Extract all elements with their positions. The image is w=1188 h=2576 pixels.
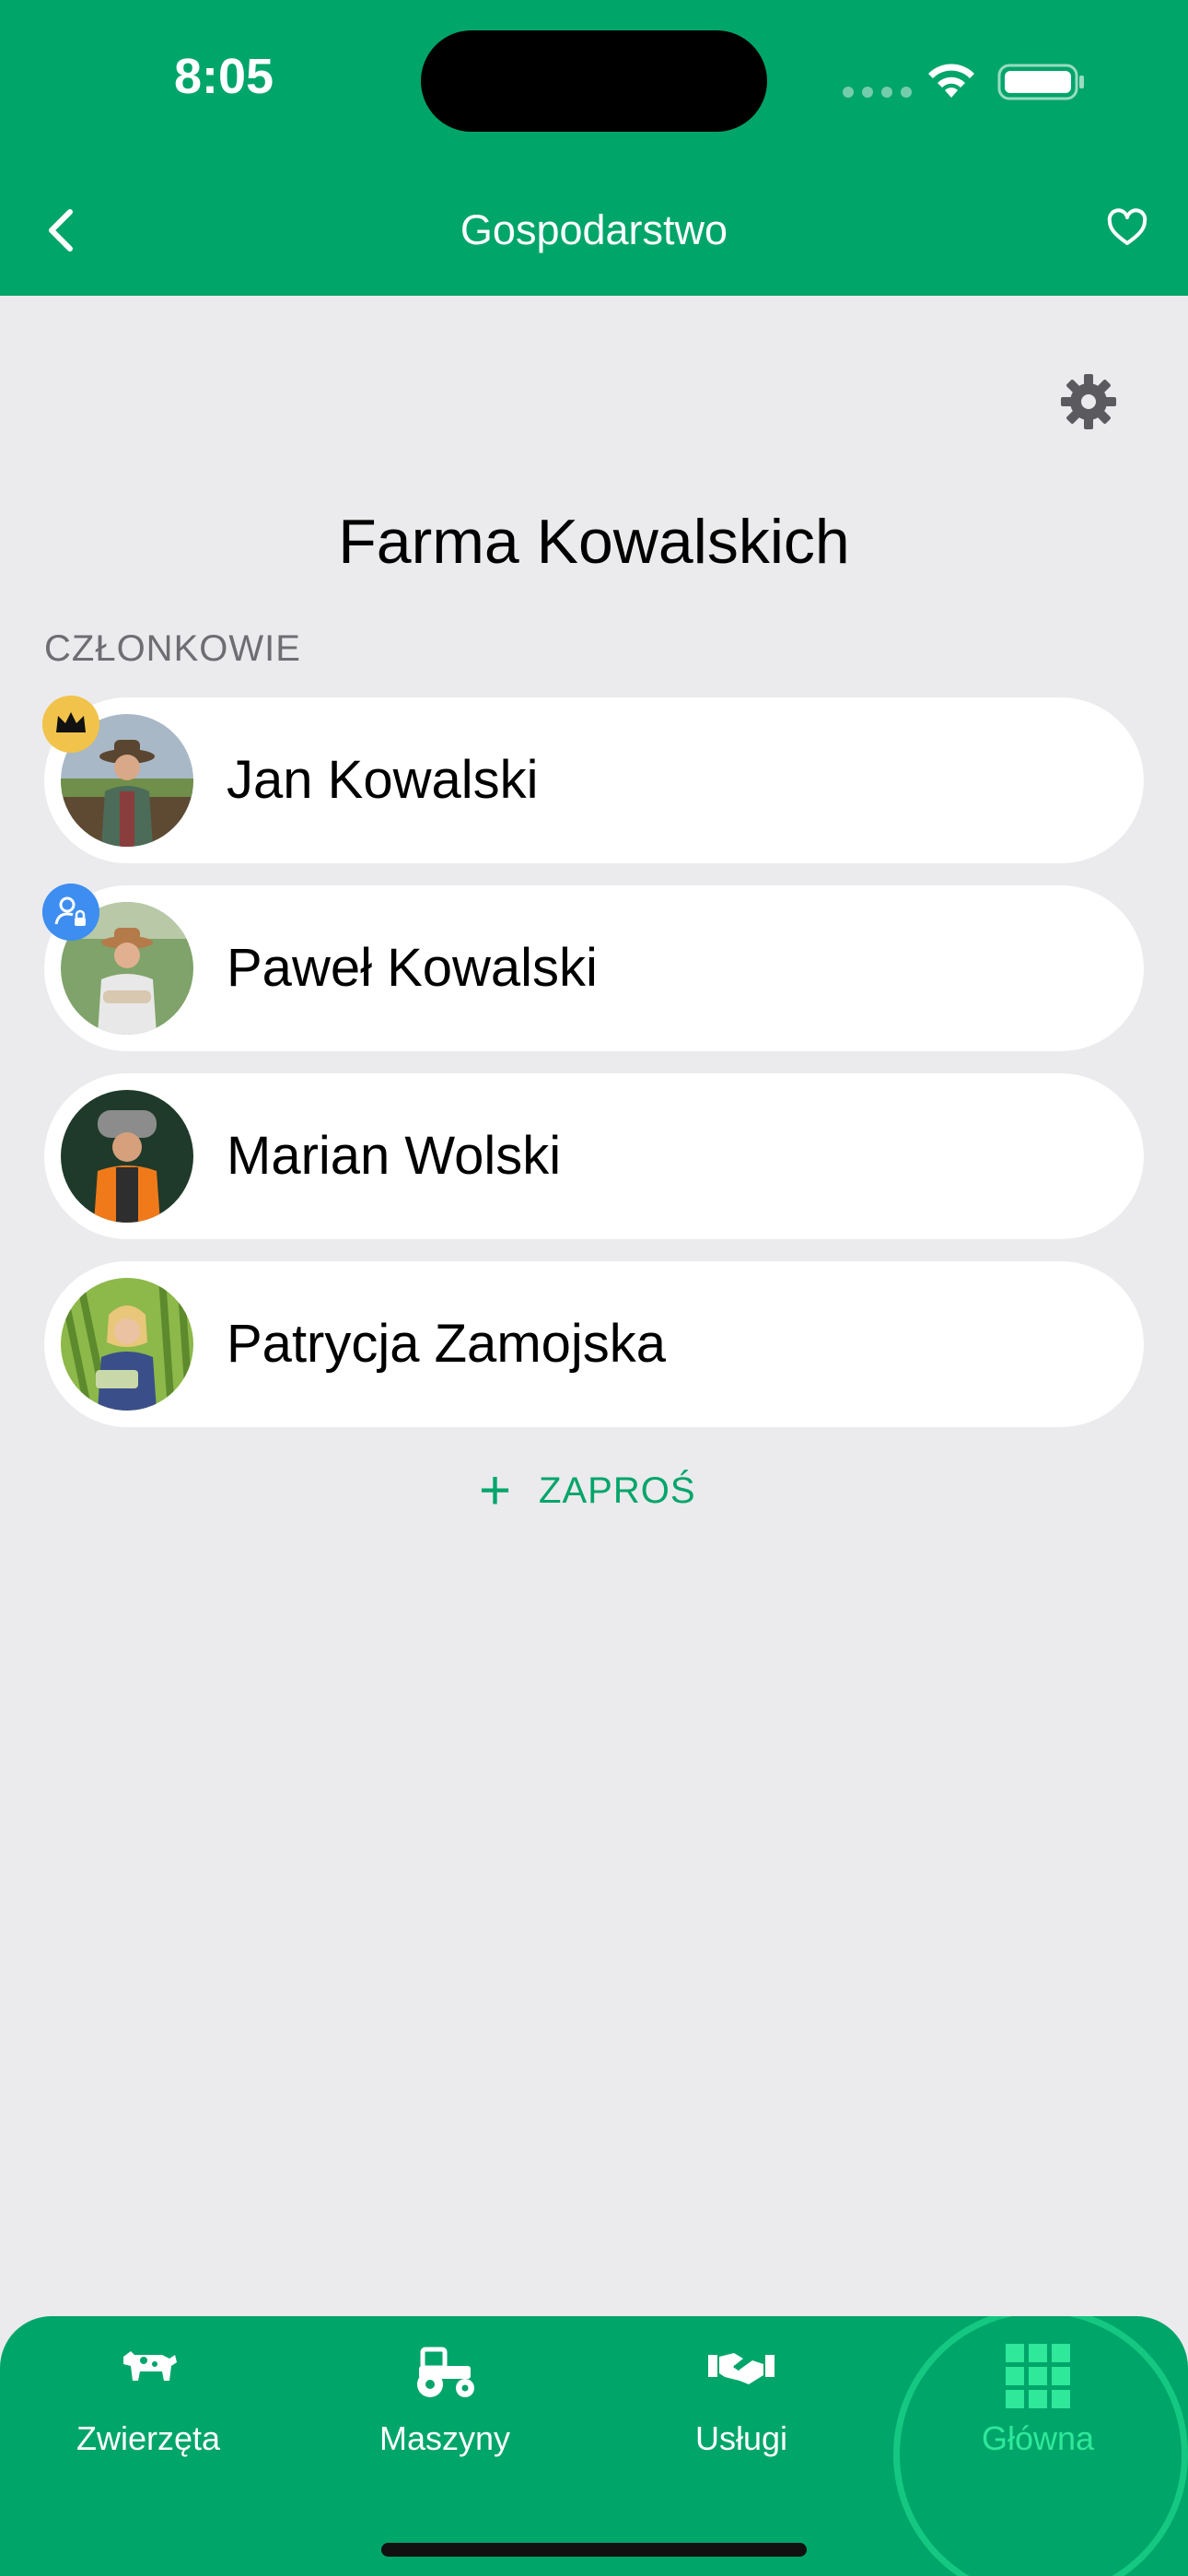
cow-icon <box>123 2351 177 2381</box>
tractor-icon <box>417 2347 474 2397</box>
tab-label: Główna <box>981 2419 1095 2457</box>
status-time: 8:05 <box>173 49 274 104</box>
cellular-signal-icon <box>843 87 912 98</box>
top-bar: 8:05 Gospodarstwo <box>0 0 1188 296</box>
battery-icon <box>997 64 1084 100</box>
member-row-patrycja-zamojska[interactable]: Patrycja Zamojska <box>44 1261 1144 1427</box>
chevron-left-icon[interactable] <box>42 205 79 256</box>
avatar <box>61 1278 193 1411</box>
farm-name: Farma Kowalskich <box>338 507 850 577</box>
member-row-jan-kowalski[interactable]: Jan Kowalski <box>42 696 1144 863</box>
invite-button[interactable]: + ZAPROŚ <box>479 1459 696 1521</box>
invite-label: ZAPROŚ <box>539 1469 696 1511</box>
tab-label: Zwierzęta <box>76 2419 221 2457</box>
page-title: Gospodarstwo <box>460 206 728 253</box>
plus-icon: + <box>479 1459 512 1521</box>
tab-label: Usługi <box>694 2419 788 2457</box>
member-name: Marian Wolski <box>227 1126 562 1186</box>
grid-icon <box>1006 2344 1070 2408</box>
member-row-pawel-kowalski[interactable]: Paweł Kowalski <box>42 884 1144 1051</box>
tab-zwierzeta[interactable]: Zwierzęta <box>0 2316 297 2500</box>
heart-icon[interactable] <box>1107 208 1147 249</box>
crown-icon <box>42 696 99 753</box>
gear-icon[interactable] <box>1059 372 1118 431</box>
member-name: Jan Kowalski <box>227 750 539 810</box>
member-name: Patrycja Zamojska <box>227 1314 667 1374</box>
wifi-icon <box>928 64 974 98</box>
member-row-marian-wolski[interactable]: Marian Wolski <box>44 1073 1144 1239</box>
screen: 8:05 Gospodarstwo Farma Kowalskich CZŁON… <box>0 0 1188 2576</box>
admin-user-icon <box>42 884 99 941</box>
members-section-label: CZŁONKOWIE <box>44 628 301 669</box>
tab-uslugi[interactable]: Usługi <box>593 2316 890 2500</box>
tab-maszyny[interactable]: Maszyny <box>297 2316 593 2500</box>
tab-label: Maszyny <box>379 2419 511 2457</box>
tab-glowna[interactable]: Główna <box>890 2316 1186 2500</box>
tab-bar: Zwierzęta Maszyny Usługi Główna <box>0 2316 1188 2576</box>
dynamic-island <box>421 30 767 132</box>
home-indicator <box>381 2543 807 2557</box>
handshake-icon <box>708 2353 775 2384</box>
member-name: Paweł Kowalski <box>227 938 598 998</box>
avatar <box>61 1090 193 1223</box>
